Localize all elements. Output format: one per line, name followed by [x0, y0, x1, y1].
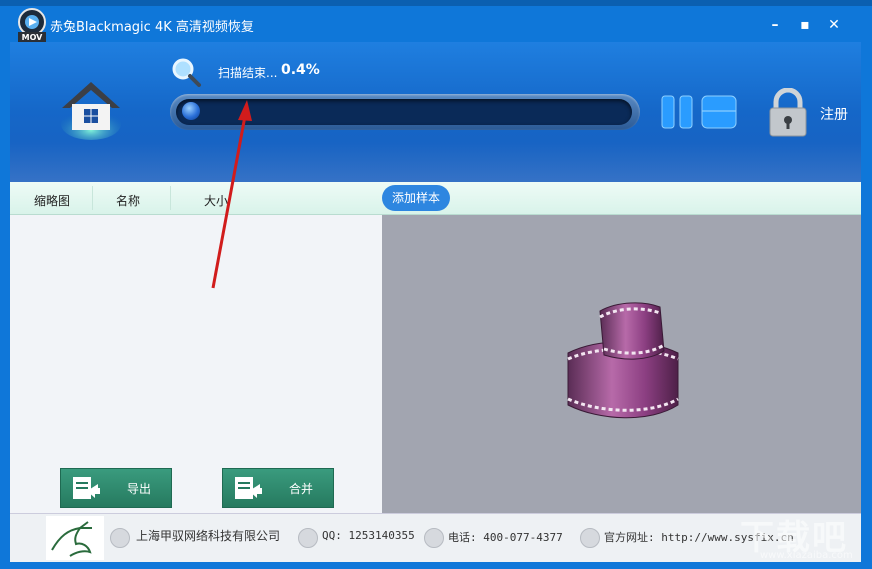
search-icon: [172, 58, 201, 87]
film-reel-icon: [567, 302, 679, 419]
register-label[interactable]: 注册: [820, 104, 848, 124]
export-icon: [73, 477, 100, 499]
progress-track: [176, 99, 632, 125]
footer-qq: QQ: 1253140355: [322, 529, 415, 542]
window-title: 赤兔Blackmagic 4K 高清视频恢复: [50, 20, 254, 35]
footer-bar: 上海甲驭网络科技有限公司 QQ: 1253140355 电话: 400-077-…: [10, 513, 861, 562]
export-button[interactable]: 导出: [60, 468, 172, 508]
company-icon: [110, 528, 130, 548]
file-list-panel[interactable]: 导出 合并: [10, 215, 382, 513]
merge-button[interactable]: 合并: [222, 468, 334, 508]
scan-percent: 0.4%: [281, 62, 320, 78]
column-separator: [92, 186, 93, 210]
footer-company: 上海甲驭网络科技有限公司: [136, 529, 281, 543]
add-sample-button[interactable]: 添加样本: [382, 185, 450, 211]
globe-icon: [580, 528, 600, 548]
maximize-button[interactable]: ▪: [796, 16, 814, 34]
preview-panel: [382, 215, 861, 513]
minimize-button[interactable]: –: [766, 16, 784, 34]
app-window: MOV 赤兔Blackmagic 4K 高清视频恢复 – ▪ ✕ 扫描结束...…: [0, 0, 872, 569]
phone-icon: [424, 528, 444, 548]
qq-icon: [298, 528, 318, 548]
app-icon-label: MOV: [22, 33, 44, 42]
column-separator: [170, 186, 171, 210]
home-icon[interactable]: [60, 78, 122, 140]
pause-icon[interactable]: [660, 94, 696, 130]
column-header-bar: 缩略图 名称 大小 添加样本: [10, 182, 861, 215]
company-logo: [46, 516, 104, 560]
column-size[interactable]: 大小: [204, 192, 228, 209]
footer-phone: 电话: 400-077-4377: [448, 531, 563, 544]
merge-label: 合并: [289, 482, 314, 496]
app-logo-icon: MOV: [18, 8, 46, 42]
progress-knob: [182, 102, 200, 120]
column-thumbnail[interactable]: 缩略图: [34, 192, 70, 209]
watermark-url: www.xiazaiba.com: [760, 550, 853, 561]
merge-icon: [235, 477, 262, 499]
stop-icon[interactable]: [700, 94, 738, 130]
close-button[interactable]: ✕: [825, 16, 843, 34]
lock-icon[interactable]: [766, 88, 810, 138]
export-label: 导出: [127, 482, 152, 496]
title-bar: MOV 赤兔Blackmagic 4K 高清视频恢复 – ▪ ✕: [0, 6, 872, 42]
header-panel: 扫描结束... 0.4% 注册: [10, 42, 861, 182]
scan-progress-bar: [170, 94, 640, 130]
scan-status-text: 扫描结束...: [218, 66, 278, 80]
column-name[interactable]: 名称: [116, 192, 140, 209]
